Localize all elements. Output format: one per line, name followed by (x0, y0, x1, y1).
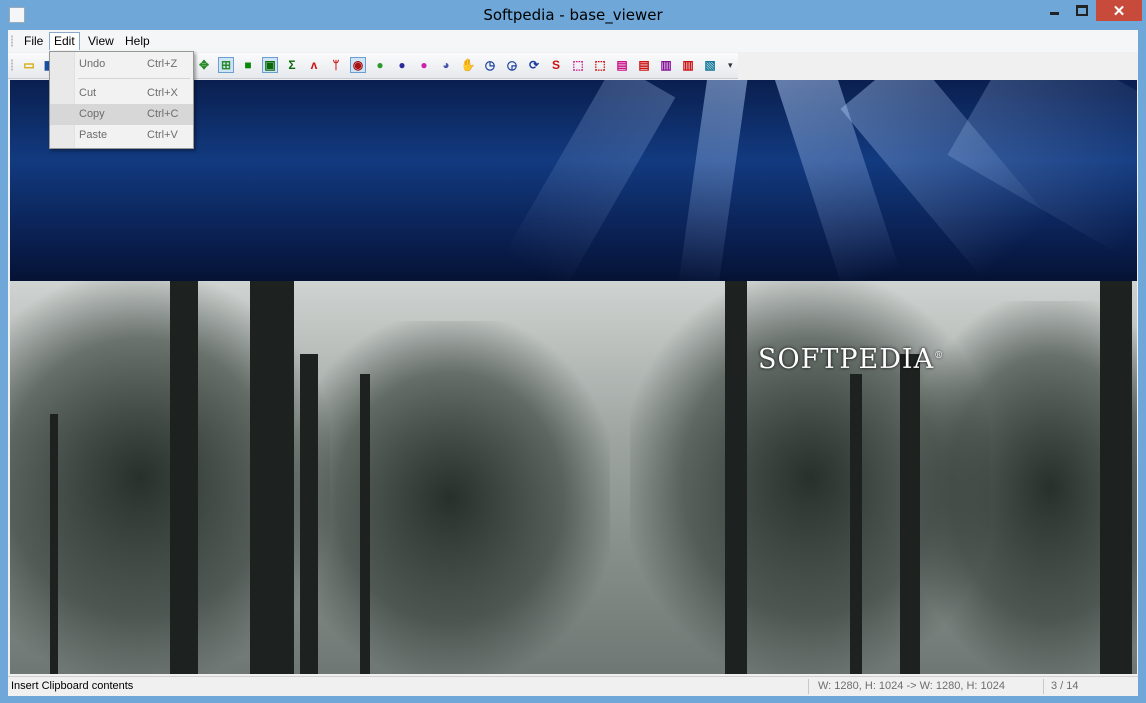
clock-alt-icon[interactable]: ◶ (504, 57, 520, 73)
status-bar: Insert Clipboard contents W: 1280, H: 10… (8, 676, 1138, 696)
minimize-button[interactable] (1040, 0, 1068, 21)
image-frame-icon[interactable]: ▣ (262, 57, 278, 73)
close-button[interactable]: ✕ (1096, 0, 1142, 21)
menu-help[interactable]: Help (121, 33, 154, 50)
menu-file[interactable]: File (20, 33, 47, 50)
toolbar-grip-icon[interactable] (11, 59, 13, 71)
layer-group-icon[interactable]: ▥ (658, 57, 674, 73)
globe-magenta-icon[interactable]: ● (416, 57, 432, 73)
close-icon: ✕ (1112, 2, 1126, 20)
app-window: Softpedia - base_viewer ✕ File Edit View… (0, 0, 1146, 703)
window-title: Softpedia - base_viewer (483, 6, 663, 24)
menu-separator (78, 78, 190, 79)
film-icon[interactable]: ▧ (702, 57, 718, 73)
mountain-icon[interactable]: ʌ (306, 57, 322, 73)
menu-bar: File Edit View Help (8, 30, 1138, 52)
status-dimensions: W: 1280, H: 1024 -> W: 1280, H: 1024 (818, 680, 1006, 692)
globe-blue-icon[interactable]: ● (394, 57, 410, 73)
menubar-grip-icon[interactable] (11, 35, 13, 47)
maximize-icon (1076, 5, 1088, 16)
softpedia-logo: SOFTPEDIA® (758, 344, 945, 375)
snake-icon[interactable]: S (548, 57, 564, 73)
menu-view[interactable]: View (84, 33, 118, 50)
clock-icon[interactable]: ◷ (482, 57, 498, 73)
menu-item-copy[interactable]: Copy Ctrl+C (50, 104, 193, 125)
menu-item-paste[interactable]: Paste Ctrl+V (50, 125, 193, 146)
layer-down-icon[interactable]: ▤ (636, 57, 652, 73)
image-canvas[interactable]: SOFTPEDIA® (10, 80, 1137, 674)
layer-up-icon[interactable]: ▤ (614, 57, 630, 73)
edit-menu-dropdown: Undo Ctrl+Z Cut Ctrl+X Copy Ctrl+C Paste… (49, 51, 194, 149)
hand-icon[interactable]: ✋ (460, 57, 476, 73)
record-icon[interactable]: ◉ (350, 57, 366, 73)
globe-green-icon[interactable]: ● (372, 57, 388, 73)
fit-icon[interactable]: ⊞ (218, 57, 234, 73)
sigma-icon[interactable]: Σ (284, 57, 300, 73)
minimize-icon (1049, 12, 1059, 15)
move-icon[interactable]: ✥ (196, 57, 212, 73)
trees-icon[interactable]: ᛘ (328, 57, 344, 73)
status-message: Insert Clipboard contents (11, 680, 134, 692)
menu-edit[interactable]: Edit (49, 32, 80, 50)
menu-item-cut[interactable]: Cut Ctrl+X (50, 83, 193, 104)
layer-merge-icon[interactable]: ▥ (680, 57, 696, 73)
forest-region (10, 281, 1137, 674)
refresh-icon[interactable]: ⟳ (526, 57, 542, 73)
open-icon[interactable]: ▭ (21, 57, 37, 73)
menu-item-undo[interactable]: Undo Ctrl+Z (50, 54, 193, 75)
select-add-icon[interactable]: ⬚ (592, 57, 608, 73)
toolbar-overflow-icon[interactable]: ▾ (728, 60, 737, 76)
title-bar[interactable]: Softpedia - base_viewer ✕ (0, 0, 1146, 30)
select-icon[interactable]: ⬚ (570, 57, 586, 73)
eye-icon[interactable]: ◕ (438, 57, 454, 73)
status-page: 3 / 14 (1051, 680, 1079, 692)
rectangle-icon[interactable]: ■ (240, 57, 256, 73)
maximize-button[interactable] (1068, 0, 1096, 21)
